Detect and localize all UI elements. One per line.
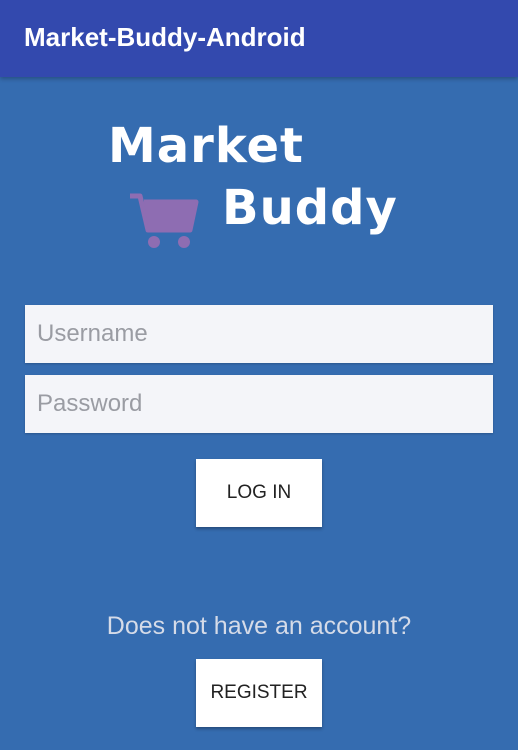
username-input[interactable] [25, 305, 493, 363]
register-prompt: Does not have an account? [106, 612, 412, 640]
password-input[interactable] [25, 375, 493, 433]
shopping-cart-icon [130, 193, 199, 248]
logo-text-buddy: Buddy [222, 180, 398, 236]
app-title: Market-Buddy-Android [24, 22, 306, 52]
logo-text-market: Market [108, 118, 304, 174]
login-button[interactable]: LOG IN [196, 459, 322, 527]
app-bar: Market-Buddy-Android [0, 0, 518, 77]
register-button[interactable]: REGISTER [196, 659, 322, 727]
